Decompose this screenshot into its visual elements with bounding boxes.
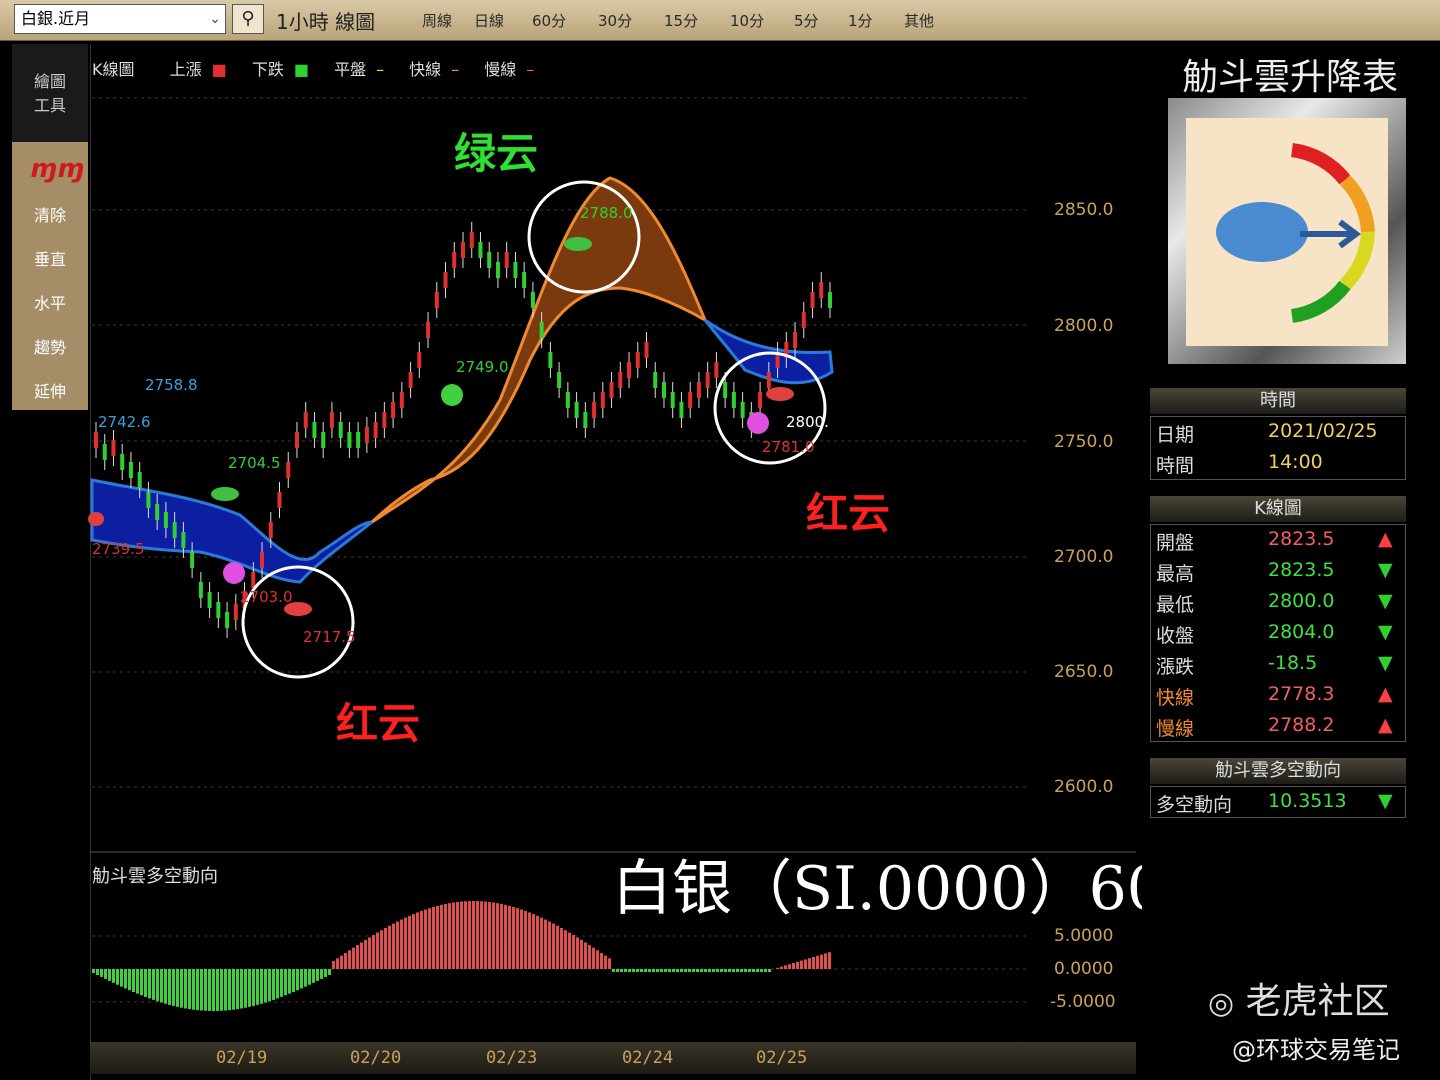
tiger-logo-icon: ◎ <box>1208 986 1235 1021</box>
tool-extend[interactable]: 延伸 <box>12 378 88 402</box>
osc-tick: -5.0000 <box>1050 992 1116 1012</box>
date-tick: 02/19 <box>216 1048 268 1068</box>
tab-60min[interactable]: 60分 <box>532 10 566 31</box>
legend-fast: 快線 – <box>409 60 460 79</box>
legend-down: 下跌 ■ <box>251 60 309 79</box>
annotation-2781: 2781.0 <box>762 438 815 456</box>
annotation-2788: 2788.0 <box>580 204 633 222</box>
search-icon: ⚲ <box>241 8 255 29</box>
legend-title: K線圖 <box>92 60 135 79</box>
chart-legend: K線圖 上漲 ■ 下跌 ■ 平盤 – 快線 – 慢線 – <box>92 56 554 80</box>
price-tick: 2850.0 <box>1054 200 1114 220</box>
tool-vertical[interactable]: 垂直 <box>12 246 88 270</box>
legend-flat: 平盤 – <box>334 60 385 79</box>
price-tick: 2800.0 <box>1054 316 1114 336</box>
annotation-2758: 2758.8 <box>145 376 198 394</box>
tab-other[interactable]: 其他 <box>904 10 934 31</box>
tool-clear[interactable]: 清除 <box>12 202 88 226</box>
red-cloud-label-2: 红云 <box>806 489 891 538</box>
right-panel-title: 觔斗雲升降表 <box>1182 57 1399 98</box>
period-title: 1小時 線圖 <box>276 10 376 34</box>
tab-10min[interactable]: 10分 <box>730 10 764 31</box>
search-button[interactable]: ⚲ <box>232 4 264 34</box>
annotation-2703: 2703.0 <box>240 588 293 606</box>
tools-header-line2: 工具 <box>33 96 66 115</box>
tab-day[interactable]: 日線 <box>474 10 504 31</box>
price-tick: 2650.0 <box>1054 662 1114 682</box>
direction-section-head: 觔斗雲多空動向 <box>1150 758 1406 784</box>
annotation-2717: 2717.5 <box>303 628 356 646</box>
green-cloud-label: 绿云 <box>454 129 539 178</box>
watermark-handle: @环球交易笔记 <box>1232 1036 1400 1064</box>
tab-15min[interactable]: 15分 <box>664 10 698 31</box>
watermark-brand: ◎ 老虎社区 <box>1208 981 1390 1022</box>
symbol-select[interactable]: 白銀.近月 ⌄ <box>14 4 226 34</box>
symbol-value: 白銀.近月 <box>21 9 91 28</box>
drawing-tools: 繪圖 工具 ɱɱ 清除 垂直 水平 趨勢 延伸 <box>12 44 88 410</box>
tools-header-line1: 繪圖 <box>33 72 66 91</box>
price-tick: 2700.0 <box>1054 547 1114 567</box>
annotation-2742: 2742.6 <box>98 413 151 431</box>
price-tick: 2600.0 <box>1054 777 1114 797</box>
time-section-head: 時間 <box>1150 388 1406 414</box>
tab-1min[interactable]: 1分 <box>848 10 873 31</box>
date-tick: 02/24 <box>622 1048 674 1068</box>
red-cloud-label-1: 红云 <box>336 699 421 748</box>
tool-horizontal[interactable]: 水平 <box>12 290 88 314</box>
chevron-down-icon[interactable]: ⌄ <box>209 5 221 33</box>
gauge <box>1186 118 1388 346</box>
date-tick: 02/23 <box>486 1048 538 1068</box>
oscillator-title: 觔斗雲多空動向 <box>92 866 218 887</box>
toolbar: 白銀.近月 ⌄ ⚲ 1小時 線圖 周線 日線 60分 30分 15分 10分 5… <box>0 0 1440 41</box>
date-tick: 02/25 <box>756 1048 808 1068</box>
legend-slow: 慢線 – <box>484 60 535 79</box>
annotation-2800: 2800. <box>786 413 829 431</box>
drawing-tools-header: 繪圖 工具 <box>12 44 88 142</box>
osc-tick: 5.0000 <box>1054 926 1114 946</box>
tab-30min[interactable]: 30分 <box>598 10 632 31</box>
tab-5min[interactable]: 5分 <box>794 10 819 31</box>
tool-trend[interactable]: 趨勢 <box>12 334 88 358</box>
tab-week[interactable]: 周線 <box>422 10 452 31</box>
price-tick: 2750.0 <box>1054 432 1114 452</box>
k-section-head: K線圖 <box>1150 496 1406 522</box>
annotation-2739: 2739.5 <box>92 540 145 558</box>
wave-icon[interactable]: ɱɱ <box>30 154 84 184</box>
legend-up: 上漲 ■ <box>169 60 227 79</box>
osc-tick: 0.0000 <box>1054 959 1114 979</box>
annotation-2749: 2749.0 <box>456 358 509 376</box>
annotation-2704: 2704.5 <box>228 454 281 472</box>
date-tick: 02/20 <box>350 1048 402 1068</box>
